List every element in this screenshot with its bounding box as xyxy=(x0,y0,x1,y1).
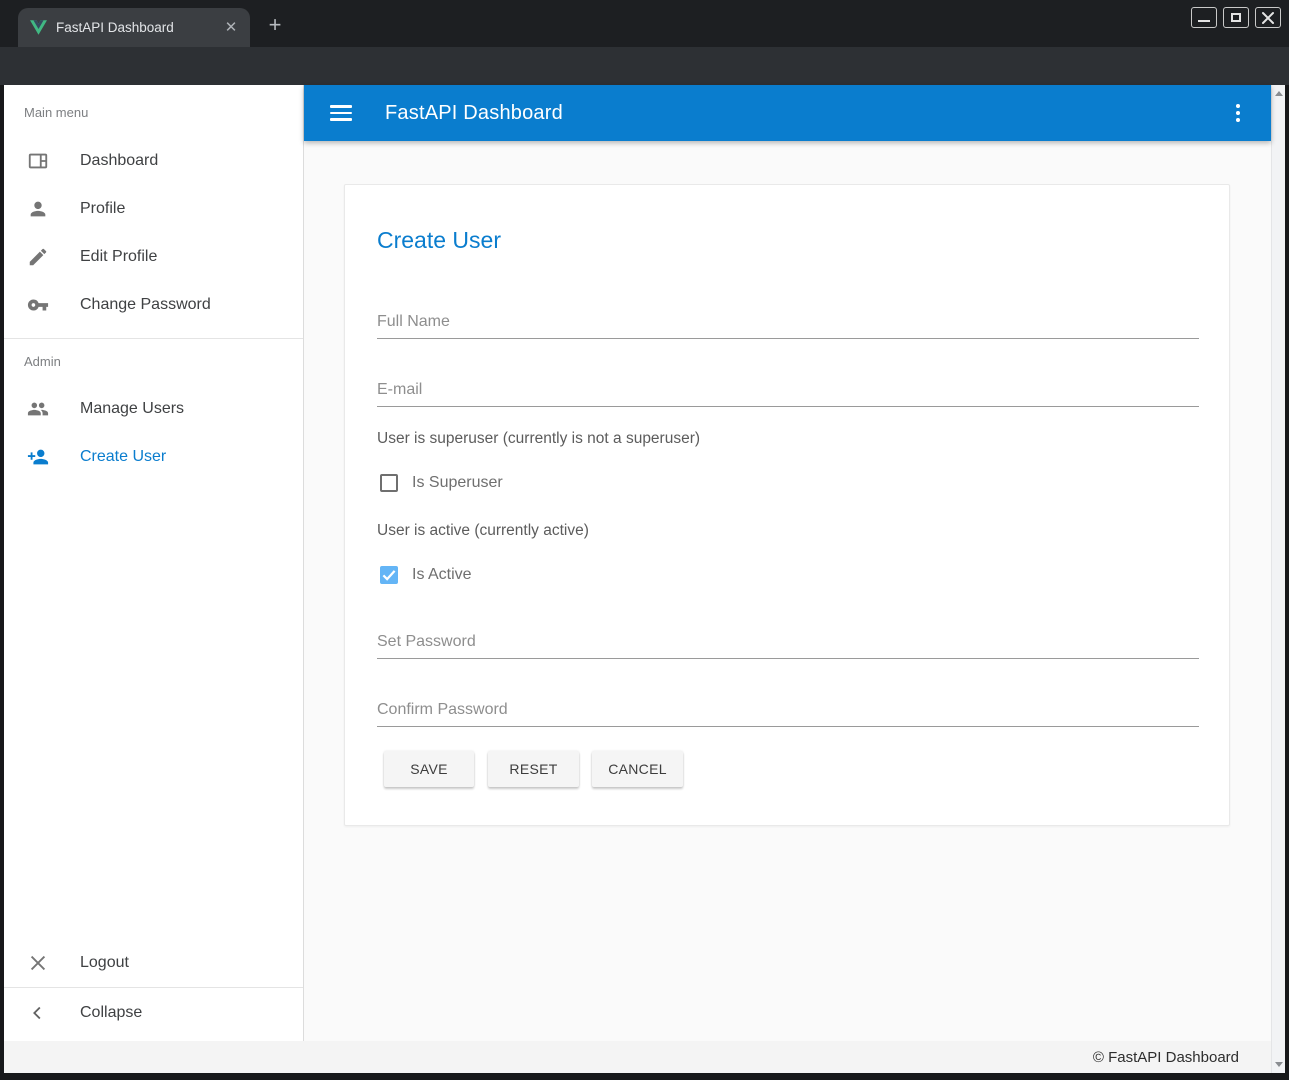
sidebar-section-main-menu: Main menu xyxy=(24,105,88,120)
new-tab-button[interactable]: + xyxy=(262,13,288,39)
sidebar-item-profile[interactable]: Profile xyxy=(4,185,303,233)
window-controls xyxy=(1191,7,1281,28)
chevron-left-icon xyxy=(27,1002,49,1024)
sidebar-item-logout[interactable]: Logout xyxy=(4,939,303,987)
pencil-icon xyxy=(27,246,49,268)
create-user-card: Create User User is superuser (currently… xyxy=(344,184,1230,826)
sidebar-item-change-password[interactable]: Change Password xyxy=(4,281,303,329)
checkbox-unchecked-icon[interactable] xyxy=(380,474,398,492)
key-icon xyxy=(27,294,49,316)
sidebar: Main menu Dashboard Profile Edit Profile… xyxy=(4,85,304,1041)
email-field[interactable] xyxy=(377,373,1199,407)
person-icon xyxy=(27,198,49,220)
minimize-button[interactable] xyxy=(1191,7,1217,28)
sidebar-divider xyxy=(4,987,303,988)
maximize-button[interactable] xyxy=(1223,7,1249,28)
sidebar-item-collapse[interactable]: Collapse xyxy=(4,989,303,1037)
is-superuser-checkbox[interactable]: Is Superuser xyxy=(380,473,503,493)
person-add-icon xyxy=(27,446,49,468)
page-title: Create User xyxy=(377,227,501,254)
sidebar-item-dashboard[interactable]: Dashboard xyxy=(4,137,303,185)
checkbox-checked-icon[interactable] xyxy=(380,566,398,584)
main-content: FastAPI Dashboard Create User User is su… xyxy=(304,85,1271,1041)
close-x-icon xyxy=(27,952,49,974)
superuser-note: User is superuser (currently is not a su… xyxy=(377,430,700,448)
cancel-button[interactable]: CANCEL xyxy=(592,751,683,787)
footer-copyright: © FastAPI Dashboard xyxy=(1093,1049,1239,1066)
kebab-menu-icon[interactable] xyxy=(1226,101,1250,125)
close-button[interactable] xyxy=(1255,7,1281,28)
dashboard-icon xyxy=(27,150,49,172)
app-bar: FastAPI Dashboard xyxy=(304,85,1271,141)
confirm-password-field[interactable] xyxy=(377,693,1199,727)
page-footer: © FastAPI Dashboard xyxy=(4,1041,1271,1073)
active-note: User is active (currently active) xyxy=(377,522,589,540)
tab-title: FastAPI Dashboard xyxy=(56,20,222,35)
sidebar-item-edit-profile[interactable]: Edit Profile xyxy=(4,233,303,281)
browser-toolbar: localhost/main/admin/users/create xyxy=(0,47,1289,85)
vertical-scrollbar[interactable] xyxy=(1271,85,1285,1073)
people-icon xyxy=(27,398,49,420)
scroll-up-icon[interactable] xyxy=(1275,91,1283,96)
sidebar-item-create-user[interactable]: Create User xyxy=(4,433,303,481)
save-button[interactable]: SAVE xyxy=(384,751,474,787)
appbar-title: FastAPI Dashboard xyxy=(385,102,563,125)
sidebar-section-admin: Admin xyxy=(24,354,61,369)
sidebar-divider xyxy=(4,338,303,339)
browser-window: FastAPI Dashboard ✕ + localhost/main/adm… xyxy=(0,0,1289,1080)
scroll-down-icon[interactable] xyxy=(1275,1062,1283,1067)
sidebar-item-manage-users[interactable]: Manage Users xyxy=(4,385,303,433)
full-name-field[interactable] xyxy=(377,305,1199,339)
vue-logo-icon xyxy=(30,20,47,35)
browser-tab[interactable]: FastAPI Dashboard ✕ xyxy=(18,8,250,47)
hamburger-icon[interactable] xyxy=(330,105,352,121)
reset-button[interactable]: RESET xyxy=(488,751,579,787)
is-active-checkbox[interactable]: Is Active xyxy=(380,565,472,585)
tab-strip: FastAPI Dashboard ✕ + xyxy=(0,0,1289,47)
set-password-field[interactable] xyxy=(377,625,1199,659)
tab-close-icon[interactable]: ✕ xyxy=(222,19,240,37)
